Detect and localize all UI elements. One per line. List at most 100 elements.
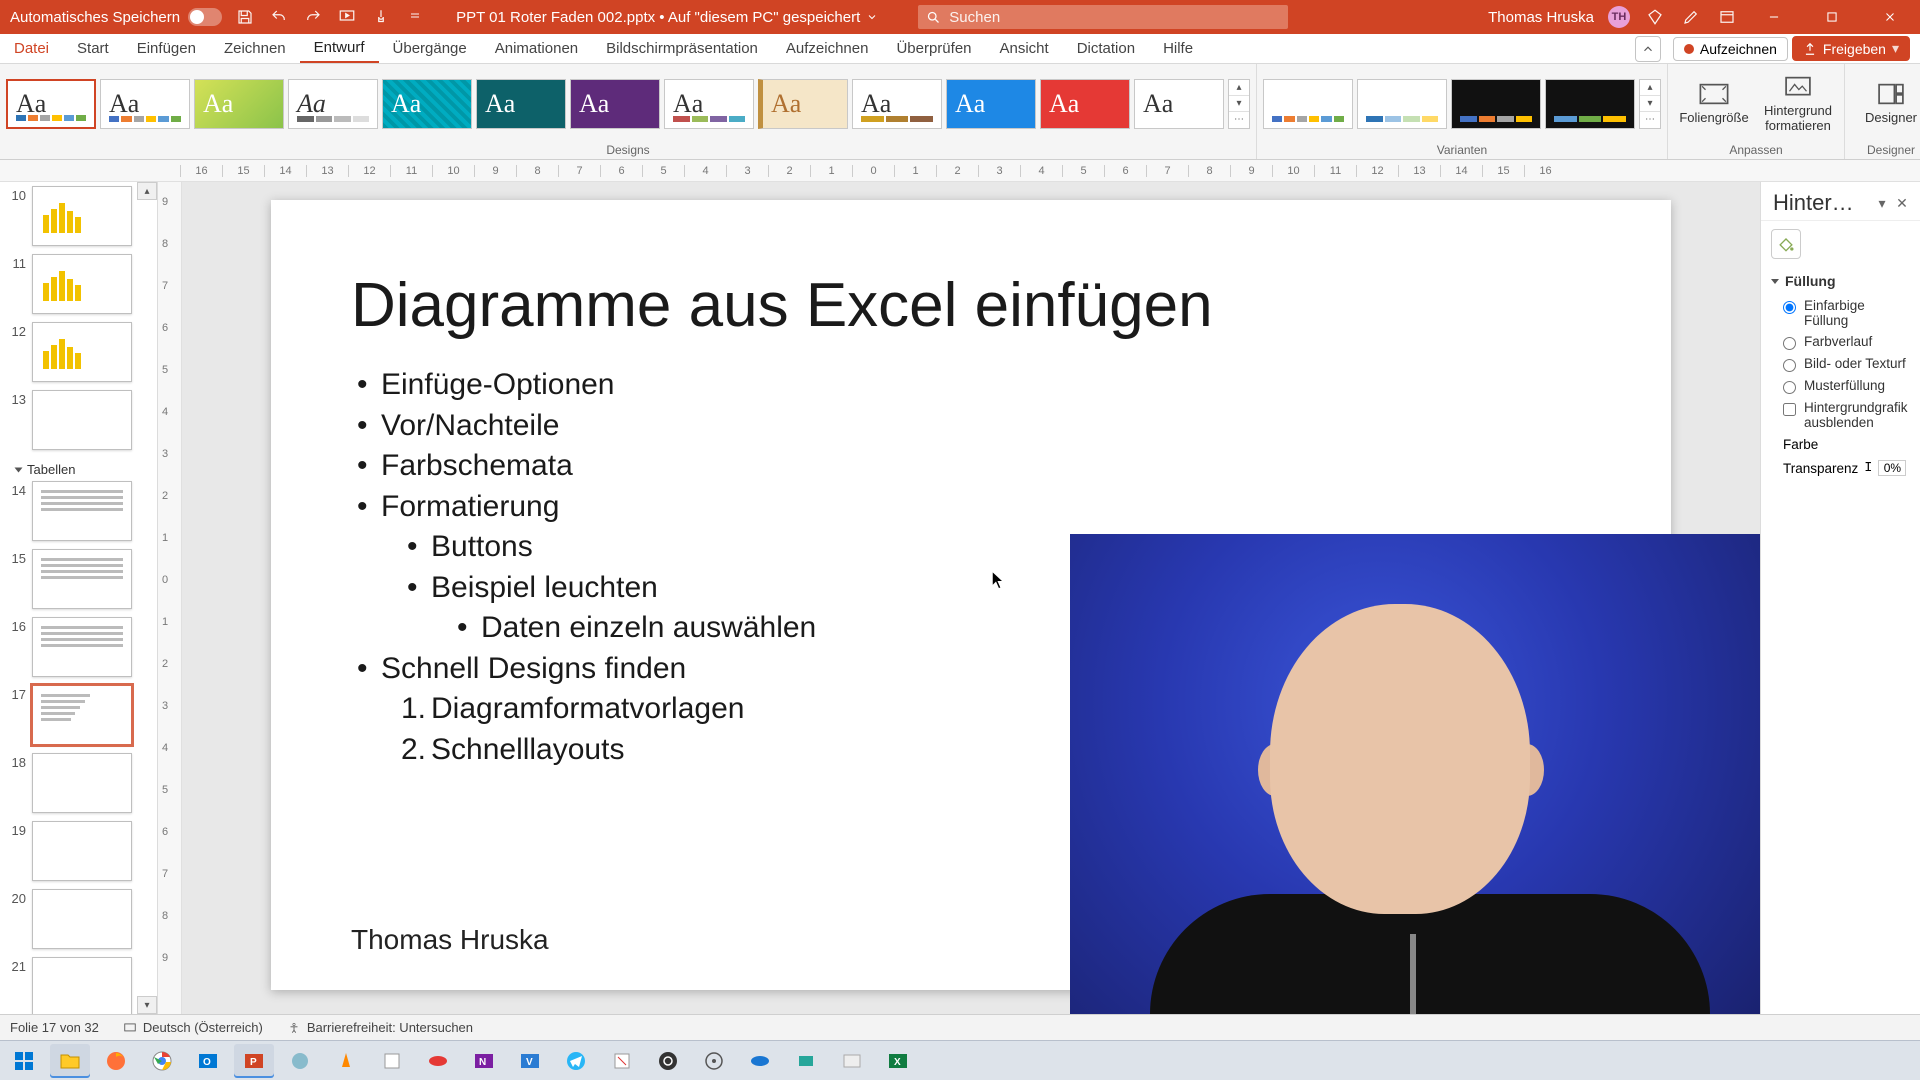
tab-animations[interactable]: Animationen [481,34,592,63]
tab-design[interactable]: Entwurf [300,34,379,63]
tab-insert[interactable]: Einfügen [123,34,210,63]
accessibility-status[interactable]: Barrierefreiheit: Untersuchen [287,1020,473,1035]
user-avatar[interactable]: TH [1608,6,1630,28]
record-button[interactable]: Aufzeichnen [1673,37,1788,61]
outlook-icon[interactable]: O [188,1044,228,1078]
fill-picture-option[interactable]: Bild- oder Texturf [1771,353,1910,375]
powerpoint-icon[interactable]: P [234,1044,274,1078]
slide-thumbnail[interactable] [32,617,132,677]
share-button[interactable]: Freigeben▾ [1792,36,1910,61]
minimize-button[interactable] [1752,0,1796,34]
file-explorer-icon[interactable] [50,1044,90,1078]
theme-thumb[interactable]: Aa [1134,79,1224,129]
tab-file[interactable]: Datei [0,34,63,63]
format-background-button[interactable]: Hintergrund formatieren [1758,74,1838,133]
gallery-more-button[interactable]: ▴▾⋯ [1228,79,1250,129]
ribbon-collapse-button[interactable] [1635,36,1661,62]
app-icon[interactable] [740,1044,780,1078]
slide-thumbnail[interactable] [32,186,132,246]
theme-thumb[interactable]: Aa [476,79,566,129]
theme-thumb[interactable]: Aa [6,79,96,129]
app-icon[interactable] [602,1044,642,1078]
diamond-icon[interactable] [1644,6,1666,28]
slide-thumbnail[interactable] [32,390,132,450]
slide-size-button[interactable]: Foliengröße [1674,81,1754,125]
theme-thumb[interactable]: Aa [758,79,848,129]
theme-thumb[interactable]: Aa [194,79,284,129]
tab-transitions[interactable]: Übergänge [379,34,481,63]
window-icon[interactable] [1716,6,1738,28]
variant-more-button[interactable]: ▴▾⋯ [1639,79,1661,129]
fill-pattern-option[interactable]: Musterfüllung [1771,375,1910,397]
bullet-item[interactable]: Farbschemata [351,446,1591,487]
undo-icon[interactable] [268,6,290,28]
slide-thumbnail[interactable] [32,753,132,813]
telegram-icon[interactable] [556,1044,596,1078]
qat-more-icon[interactable] [404,6,426,28]
theme-thumb[interactable]: Aa [570,79,660,129]
bullet-item[interactable]: Vor/Nachteile [351,406,1591,447]
variant-thumb[interactable] [1357,79,1447,129]
theme-thumb[interactable]: Aa [100,79,190,129]
slide-thumbnail[interactable] [32,685,132,745]
tab-slideshow[interactable]: Bildschirmpräsentation [592,34,772,63]
slide-thumbnail[interactable] [32,821,132,881]
app-icon[interactable] [694,1044,734,1078]
slide-thumbnail[interactable] [32,322,132,382]
chrome-icon[interactable] [142,1044,182,1078]
maximize-button[interactable] [1810,0,1854,34]
slide-thumbnail[interactable] [32,254,132,314]
toggle-switch[interactable] [188,8,222,26]
slide-footer[interactable]: Thomas Hruska [351,924,549,956]
app-icon[interactable] [372,1044,412,1078]
pen-icon[interactable] [1680,6,1702,28]
language-indicator[interactable]: Deutsch (Österreich) [123,1020,263,1035]
hide-background-option[interactable]: Hintergrundgrafik ausblenden [1771,397,1910,433]
redo-icon[interactable] [302,6,324,28]
firefox-icon[interactable] [96,1044,136,1078]
bullet-item[interactable]: Einfüge-Optionen [351,365,1591,406]
vlc-icon[interactable] [326,1044,366,1078]
visio-icon[interactable]: V [510,1044,550,1078]
tab-review[interactable]: Überprüfen [882,34,985,63]
theme-thumb[interactable]: Aa [1040,79,1130,129]
touch-mode-icon[interactable] [370,6,392,28]
fill-solid-option[interactable]: Einfarbige Füllung [1771,295,1910,331]
tab-view[interactable]: Ansicht [986,34,1063,63]
slide-thumbnail[interactable] [32,957,132,1014]
tab-draw[interactable]: Zeichnen [210,34,300,63]
slide-thumbnail[interactable] [32,549,132,609]
designer-button[interactable]: Designer [1851,81,1920,125]
chevron-down-icon[interactable]: ▾ [1872,195,1892,212]
autosave-toggle[interactable]: Automatisches Speichern [10,8,222,26]
start-button[interactable] [4,1044,44,1078]
tab-record[interactable]: Aufzeichnen [772,34,883,63]
canvas-area[interactable]: Diagramme aus Excel einfügen Einfüge-Opt… [182,182,1760,1014]
chevron-down-icon[interactable] [866,11,878,23]
app-icon[interactable] [786,1044,826,1078]
bullet-item[interactable]: Formatierung [351,487,1591,528]
tab-dictation[interactable]: Dictation [1063,34,1149,63]
app-icon[interactable] [418,1044,458,1078]
variant-thumb[interactable] [1263,79,1353,129]
slide-thumbnail[interactable] [32,889,132,949]
onenote-icon[interactable]: N [464,1044,504,1078]
theme-thumb[interactable]: Aa [852,79,942,129]
scroll-up-button[interactable]: ▴ [137,182,157,200]
slide-counter[interactable]: Folie 17 von 32 [10,1020,99,1035]
variant-thumb[interactable] [1545,79,1635,129]
search-box[interactable] [918,5,1288,29]
close-button[interactable] [1868,0,1912,34]
save-icon[interactable] [234,6,256,28]
search-input[interactable] [949,9,1280,26]
transparency-value[interactable]: 0% [1878,460,1906,476]
variant-thumb[interactable] [1451,79,1541,129]
theme-thumb[interactable]: Aa [946,79,1036,129]
slide-thumbnail[interactable] [32,481,132,541]
fill-gradient-option[interactable]: Farbverlauf [1771,331,1910,353]
slideshow-icon[interactable] [336,6,358,28]
paint-bucket-icon[interactable] [1771,229,1801,259]
close-icon[interactable]: ✕ [1892,195,1912,212]
tab-start[interactable]: Start [63,34,123,63]
app-icon[interactable] [832,1044,872,1078]
